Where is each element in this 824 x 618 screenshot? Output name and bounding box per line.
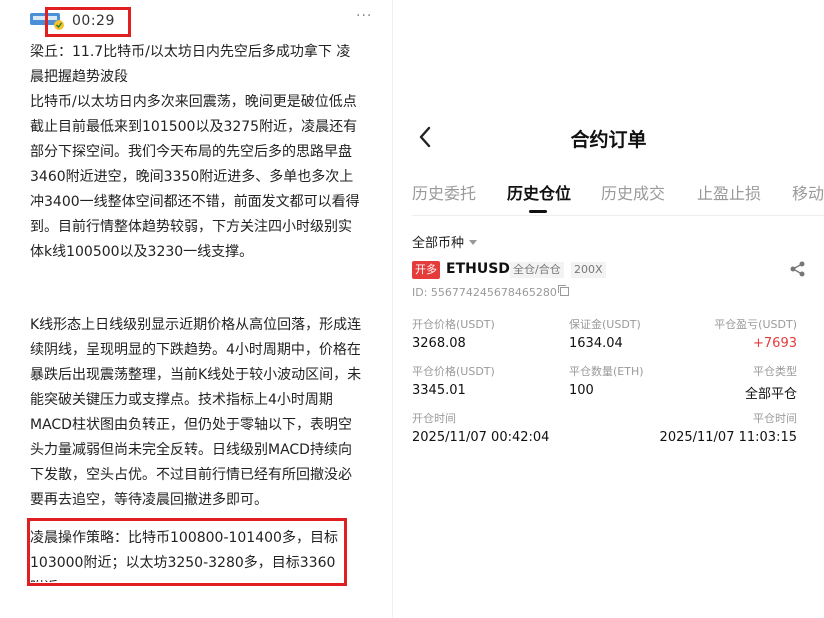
page-title: 合约订单 (570, 129, 647, 151)
pnl-cell: 平仓盈亏(USDT) +7693 (714, 316, 797, 351)
tab-order-history[interactable]: 历史委托 (412, 180, 476, 204)
leverage-tag: 200X (571, 262, 606, 278)
open-time-cell: 开仓时间 2025/11/07 00:42:04 (412, 410, 549, 445)
more-icon[interactable]: ··· (356, 8, 372, 24)
margin-value: 1634.04 (569, 336, 623, 351)
margin-cell: 保证金(USDT) 1634.04 (569, 316, 641, 351)
close-time-cell: 平仓时间 2025/11/07 11:03:15 (660, 410, 797, 445)
side-badge: 开多 (412, 261, 440, 279)
time-highlight-box (45, 7, 131, 37)
open-time-label: 开仓时间 (412, 412, 456, 425)
margin-mode-tag: 全仓/合仓 (510, 262, 564, 278)
article-headline: 梁丘：11.7比特币/以太坊日内先空后多成功拿下 凌晨把握趋势波段 (30, 44, 351, 85)
pnl-value: +7693 (753, 336, 797, 351)
active-tab-indicator (529, 210, 547, 213)
pnl-label: 平仓盈亏(USDT) (714, 318, 797, 331)
tab-trade-history[interactable]: 历史成交 (601, 180, 665, 204)
close-qty-label: 平仓数量(ETH) (569, 365, 644, 378)
position-header: 开多 ETHUSDT 全仓/合仓 200X (412, 260, 807, 280)
tabs-divider (412, 215, 824, 216)
close-time-value: 2025/11/07 11:03:15 (659, 430, 797, 445)
copy-icon[interactable] (557, 285, 569, 296)
order-panel: 合约订单 历史委托 历史仓位 历史成交 止盈止损 移动 全部币种 开多 ETHU… (393, 0, 824, 618)
open-price-cell: 开仓价格(USDT) 3268.08 (412, 316, 495, 351)
tab-tp-sl[interactable]: 止盈止损 (697, 180, 761, 204)
open-time-value: 2025/11/07 00:42:04 (412, 430, 550, 445)
position-id-text: ID: 556774245678465280 (412, 286, 557, 299)
open-price-label: 开仓价格(USDT) (412, 318, 495, 331)
symbol-label: ETHUSDT (446, 261, 520, 277)
coin-filter-label: 全部币种 (412, 236, 465, 251)
article-paragraph-2: K线形态上日线级别显示近期价格从高位回落，形成连续阴线，呈现明显的下跌趋势。4小… (30, 317, 362, 508)
article-paragraph-1: 比特币/以太坊日内多次来回震荡，晚间更是破位低点截止目前最低来到101500以及… (30, 94, 360, 260)
tab-trailing[interactable]: 移动 (792, 180, 824, 204)
close-type-label: 平仓类型 (753, 365, 797, 378)
article-panel: 00:29 ··· 梁丘：11.7比特币/以太坊日内先空后多成功拿下 凌晨把握趋… (0, 0, 392, 618)
close-type-value: 全部平仓 (744, 387, 797, 402)
tab-position-history[interactable]: 历史仓位 (507, 180, 571, 204)
open-price-value: 3268.08 (412, 336, 466, 351)
share-icon[interactable] (789, 260, 807, 278)
margin-label: 保证金(USDT) (569, 318, 641, 331)
close-qty-cell: 平仓数量(ETH) 100 (569, 363, 644, 398)
close-time-label: 平仓时间 (753, 412, 797, 425)
strategy-text: 凌晨操作策略：比特币100800-101400多，目标103000附近；以太坊3… (30, 530, 338, 582)
coin-filter-dropdown[interactable]: 全部币种 (412, 232, 478, 251)
article-body: 梁丘：11.7比特币/以太坊日内先空后多成功拿下 凌晨把握趋势波段 比特币/以太… (30, 40, 362, 531)
close-price-cell: 平仓价格(USDT) 3345.01 (412, 363, 495, 398)
position-id: ID: 556774245678465280 (412, 285, 569, 299)
order-tabs: 历史委托 历史仓位 历史成交 止盈止损 移动 (412, 180, 824, 213)
close-price-label: 平仓价格(USDT) (412, 365, 495, 378)
close-price-value: 3345.01 (412, 383, 466, 398)
close-type-cell: 平仓类型 全部平仓 (745, 363, 797, 402)
close-qty-value: 100 (569, 383, 594, 398)
caret-down-icon (469, 240, 478, 245)
